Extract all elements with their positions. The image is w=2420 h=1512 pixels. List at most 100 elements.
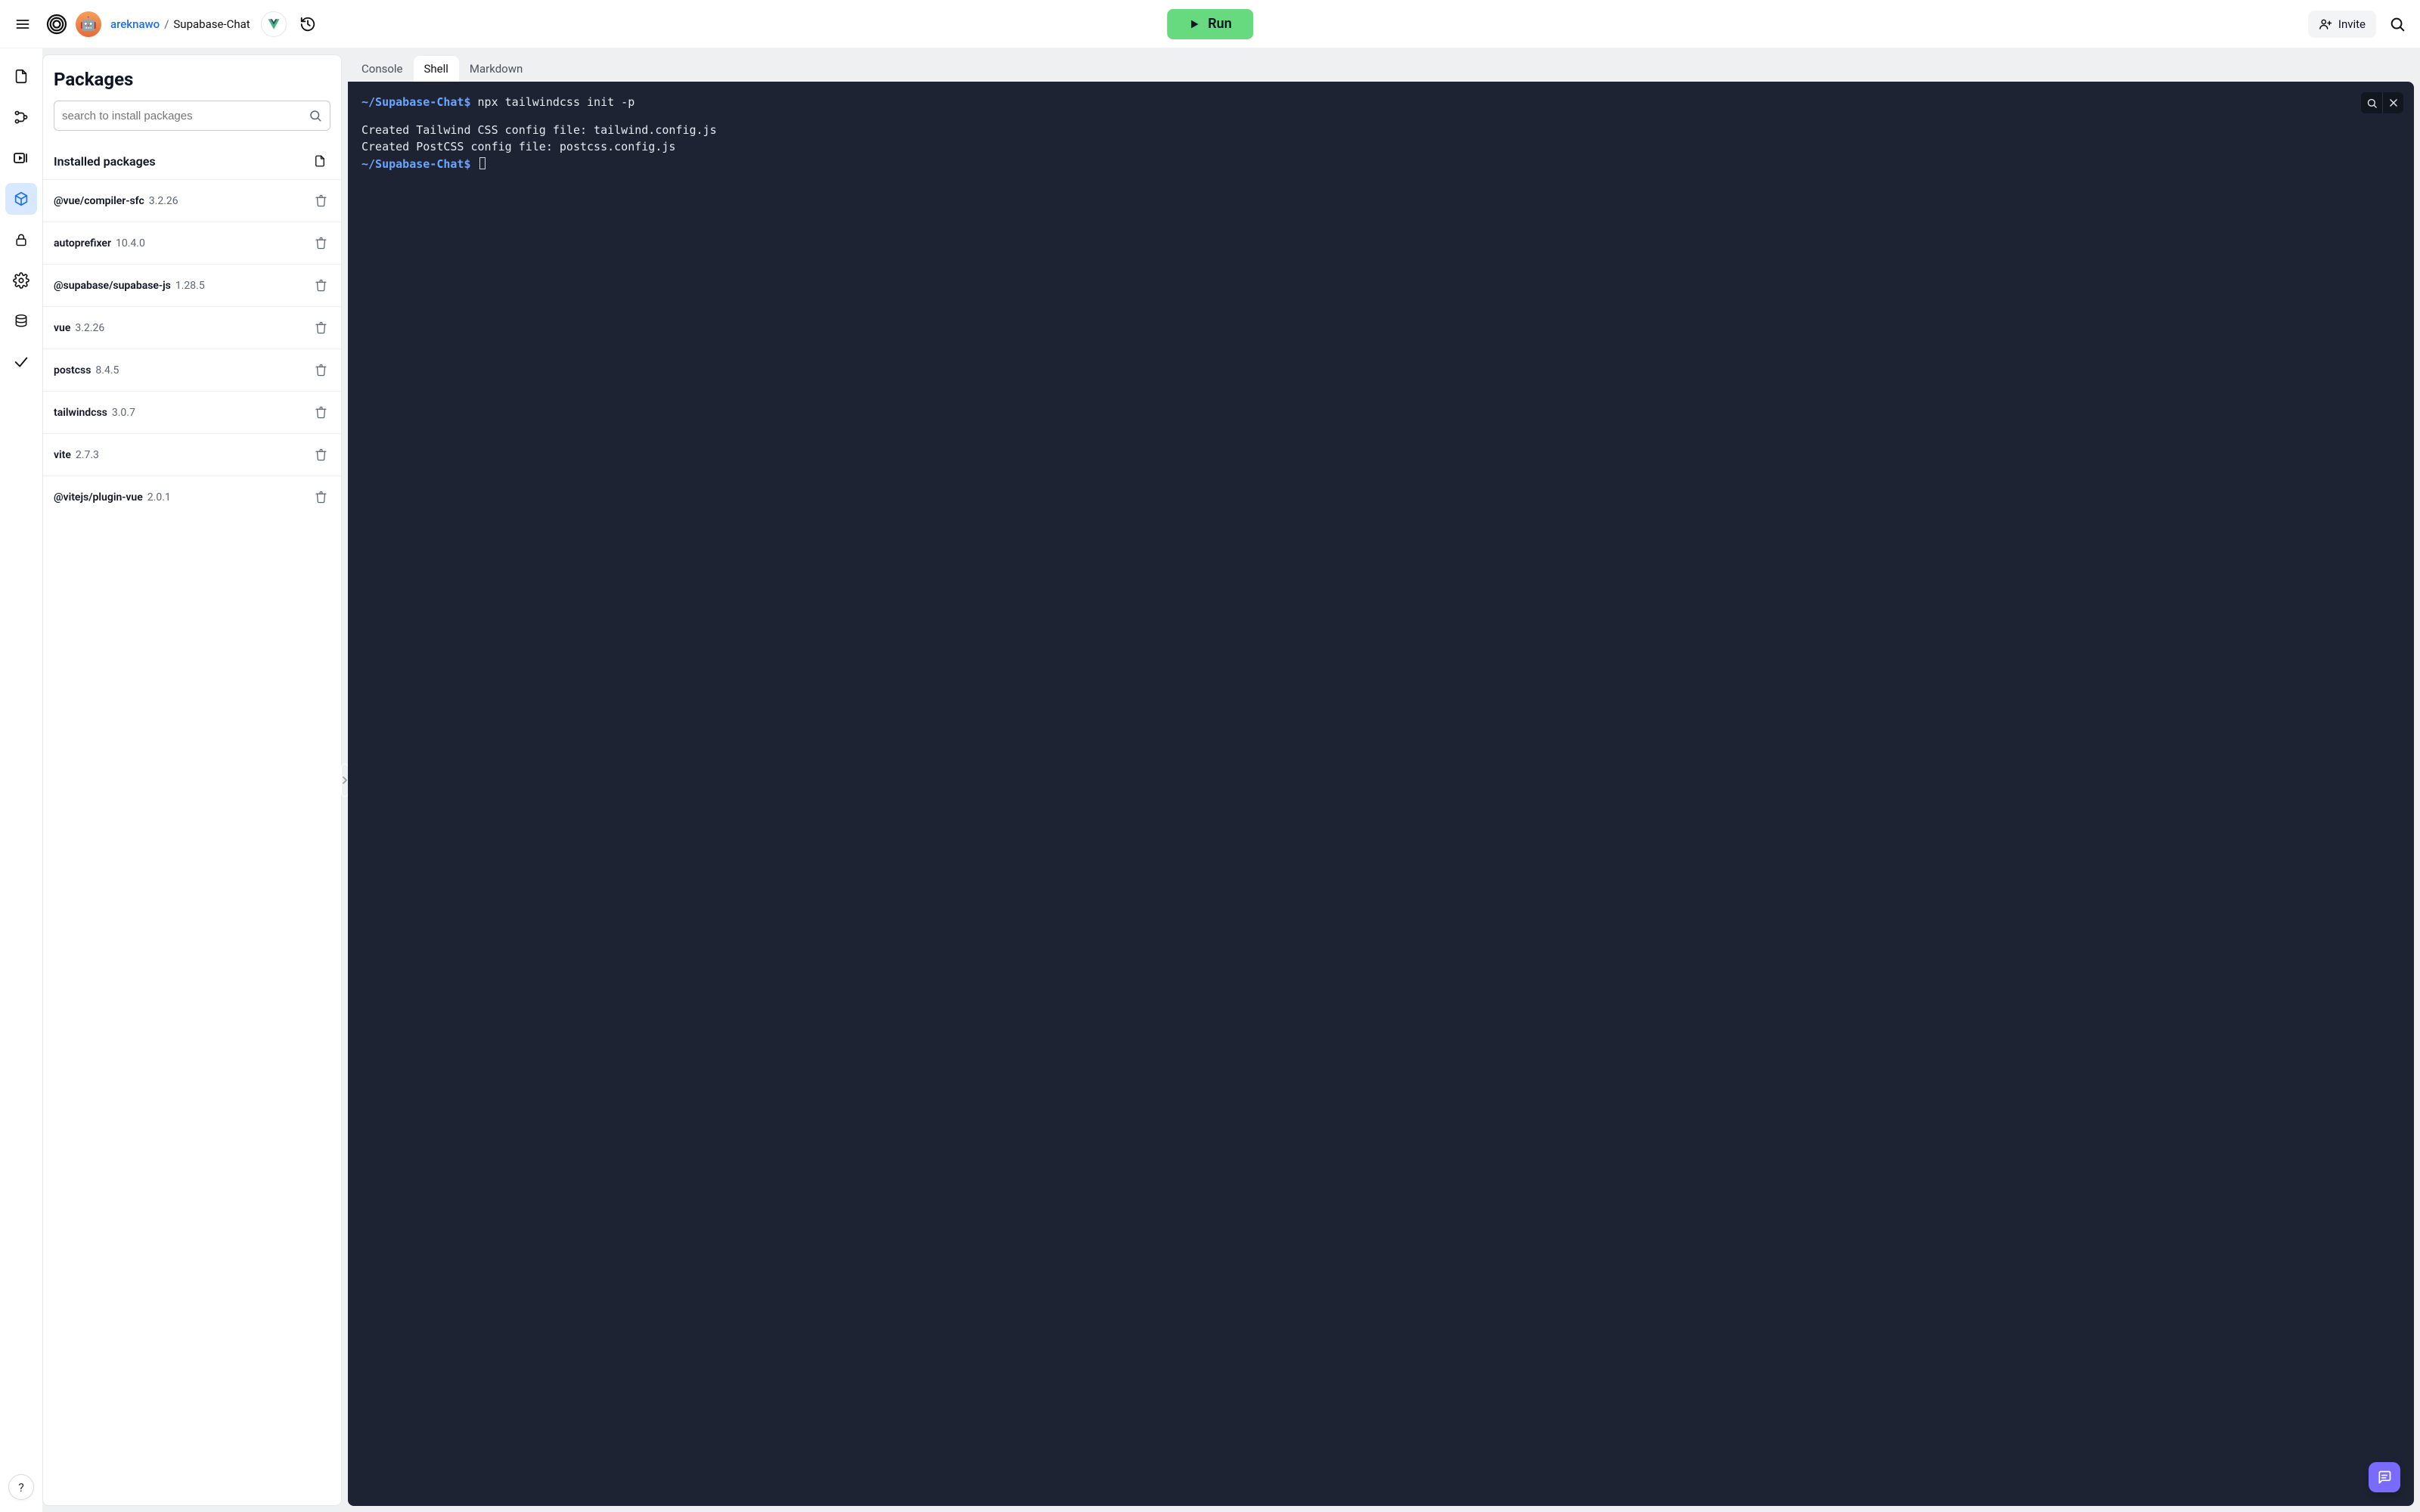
package-version: 1.28.5 — [175, 280, 205, 292]
package-row[interactable]: @vue/compiler-sfc 3.2.26 — [43, 179, 341, 222]
breadcrumb-project[interactable]: Supabase-Chat — [173, 17, 250, 31]
history-icon — [299, 16, 316, 33]
package-version: 10.4.0 — [116, 237, 145, 249]
vue-icon — [267, 17, 281, 31]
package-row[interactable]: tailwindcss 3.0.7 — [43, 391, 341, 433]
prompt-dollar: $ — [464, 157, 470, 171]
avatar[interactable]: 🤖 — [76, 11, 101, 37]
package-row[interactable]: @vitejs/plugin-vue 2.0.1 — [43, 476, 341, 518]
tab-console[interactable]: Console — [351, 56, 414, 82]
package-search[interactable] — [54, 101, 330, 131]
package-row[interactable]: vite2.7.3 — [43, 433, 341, 476]
rail-database[interactable] — [5, 305, 37, 337]
installed-heading: Installed packages — [54, 154, 156, 169]
package-delete-button[interactable] — [311, 403, 330, 423]
package-name: @vue/compiler-sfc — [54, 195, 144, 207]
header: 🤖 areknawo / Supabase-Chat Run Invite — [0, 0, 2420, 48]
terminal-close-button[interactable] — [2382, 92, 2403, 113]
package-version: 3.2.26 — [75, 322, 104, 334]
search-icon — [2389, 16, 2406, 33]
package-delete-button[interactable] — [311, 191, 330, 211]
package-delete-button[interactable] — [311, 488, 330, 507]
close-icon — [2388, 98, 2399, 108]
package-search-input[interactable] — [62, 110, 309, 122]
debug-icon — [12, 149, 30, 167]
rail-packages[interactable] — [5, 183, 37, 215]
terminal-command: npx tailwindcss init -p — [478, 95, 635, 109]
package-delete-button[interactable] — [311, 445, 330, 465]
rail-debugger[interactable] — [5, 142, 37, 174]
trash-icon — [315, 491, 327, 503]
terminal-line: ~/Supabase-Chat$ — [361, 156, 2400, 173]
trash-icon — [315, 279, 327, 292]
play-icon — [1188, 18, 1200, 30]
help-button[interactable]: ? — [8, 1474, 34, 1500]
replit-logo[interactable] — [44, 11, 70, 37]
search-icon — [2366, 98, 2378, 109]
tabs: ConsoleShellMarkdown — [348, 54, 2414, 82]
file-icon — [313, 154, 327, 168]
package-row[interactable]: vue3.2.26 — [43, 306, 341, 349]
terminal[interactable]: ~/Supabase-Chat$ npx tailwindcss init -p… — [348, 82, 2414, 1506]
package-delete-button[interactable] — [311, 361, 330, 380]
check-icon — [13, 354, 29, 370]
trash-icon — [315, 448, 327, 461]
search-button[interactable] — [2382, 9, 2412, 39]
trash-icon — [315, 406, 327, 419]
prompt-path: ~/Supabase-Chat — [361, 157, 464, 171]
panel-title: Packages — [54, 69, 330, 90]
terminal-output-line: Created Tailwind CSS config file: tailwi… — [361, 122, 2400, 139]
package-name: @supabase/supabase-js — [54, 280, 171, 292]
invite-button[interactable]: Invite — [2308, 11, 2376, 38]
tab-shell[interactable]: Shell — [414, 56, 459, 82]
branch-icon — [13, 109, 29, 125]
history-button[interactable] — [293, 9, 323, 39]
rail-done[interactable] — [5, 346, 37, 378]
package-version: 2.7.3 — [76, 449, 99, 461]
chevron-right-icon — [342, 776, 348, 785]
open-file-button[interactable] — [309, 150, 330, 172]
breadcrumb-slash: / — [164, 17, 169, 31]
rail-files[interactable] — [5, 60, 37, 92]
database-icon — [14, 314, 29, 329]
package-version: 8.4.5 — [95, 364, 119, 376]
chat-fab[interactable] — [2369, 1462, 2400, 1492]
packages-panel: Packages Installed packages @vue/compile… — [42, 54, 342, 1506]
breadcrumb: areknawo / Supabase-Chat — [110, 17, 250, 31]
package-icon — [13, 191, 29, 207]
trash-icon — [315, 364, 327, 376]
right-pane: ConsoleShellMarkdown ~/Supabase-Chat$ np… — [348, 54, 2414, 1506]
package-name: @vitejs/plugin-vue — [54, 491, 143, 503]
terminal-tools — [2361, 92, 2403, 113]
tab-markdown[interactable]: Markdown — [459, 56, 533, 82]
package-version: 3.2.26 — [149, 195, 178, 207]
search-icon — [309, 109, 322, 122]
package-row[interactable]: postcss8.4.5 — [43, 349, 341, 391]
trash-icon — [315, 194, 327, 207]
package-name: tailwindcss — [54, 407, 107, 419]
terminal-search-button[interactable] — [2361, 92, 2382, 113]
package-delete-button[interactable] — [311, 318, 330, 338]
package-delete-button[interactable] — [311, 234, 330, 253]
run-button[interactable]: Run — [1167, 9, 1253, 39]
file-icon — [13, 68, 29, 85]
trash-icon — [315, 321, 327, 334]
terminal-line: ~/Supabase-Chat$ npx tailwindcss init -p — [361, 94, 2400, 111]
rail-version-control[interactable] — [5, 101, 37, 133]
package-row[interactable]: autoprefixer10.4.0 — [43, 222, 341, 264]
tech-badge[interactable] — [261, 11, 287, 37]
package-row[interactable]: @supabase/supabase-js 1.28.5 — [43, 264, 341, 306]
hamburger-menu[interactable] — [8, 9, 38, 39]
chat-icon — [2377, 1470, 2392, 1485]
rail-settings[interactable] — [5, 265, 37, 296]
help-label: ? — [18, 1480, 24, 1495]
breadcrumb-user[interactable]: areknawo — [110, 17, 160, 31]
body: ? Packages Installed packages @vue/compi… — [0, 48, 2420, 1512]
rail-secrets[interactable] — [5, 224, 37, 256]
prompt-path: ~/Supabase-Chat — [361, 95, 464, 109]
package-version: 2.0.1 — [147, 491, 171, 503]
prompt-dollar: $ — [464, 95, 470, 109]
invite-icon — [2319, 17, 2332, 31]
package-version: 3.0.7 — [112, 407, 135, 419]
package-delete-button[interactable] — [311, 276, 330, 296]
